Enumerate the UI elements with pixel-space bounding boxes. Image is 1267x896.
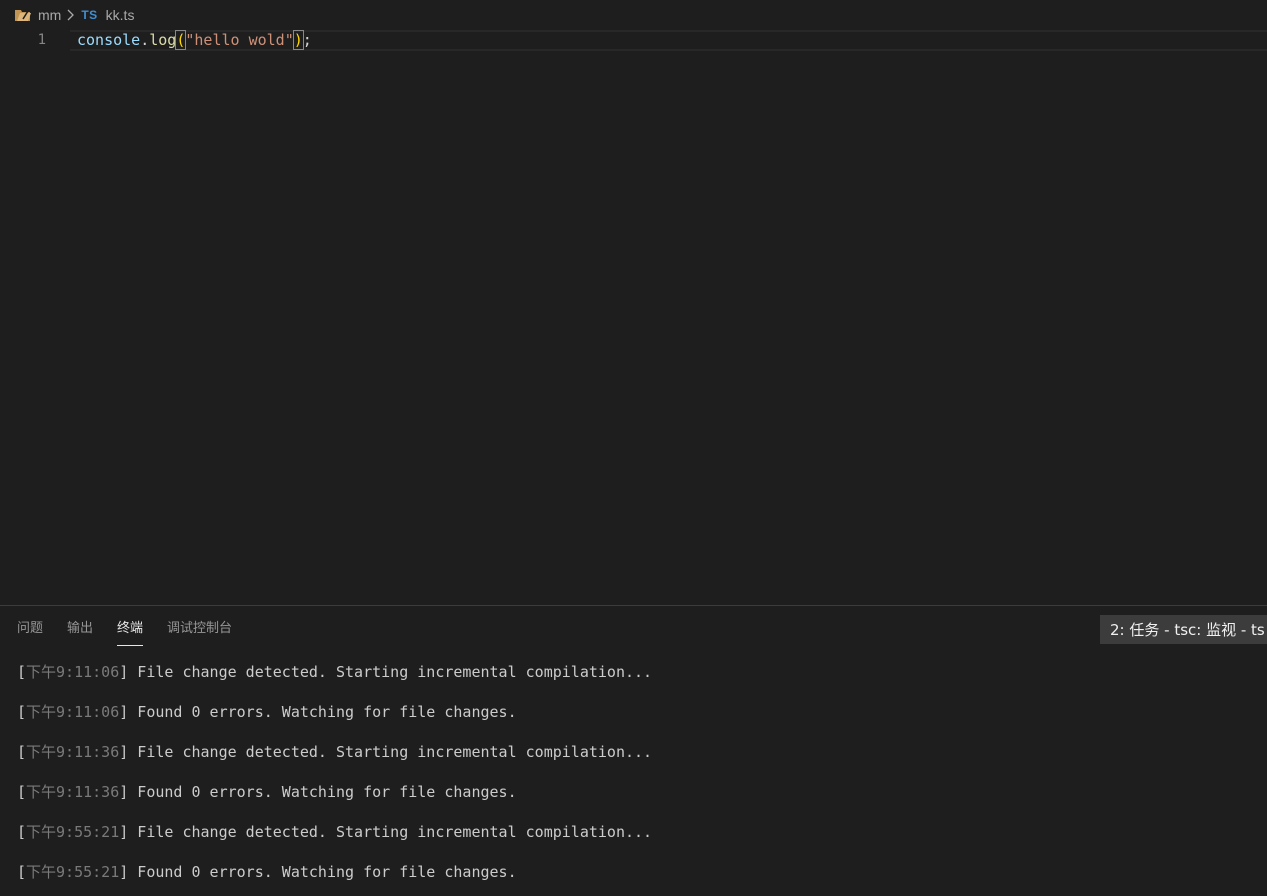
terminal-line: [下午9:11:06] File change detected. Starti… [17, 663, 653, 681]
vscode-window: mm TS kk.ts 1 console.log("hello wold");… [0, 0, 1267, 896]
token-method: log [149, 31, 177, 49]
tab-terminal[interactable]: 终端 [117, 606, 144, 646]
terminal-line: [下午9:11:06] Found 0 errors. Watching for… [17, 703, 517, 721]
log-message: File change detected. Starting increment… [128, 663, 653, 681]
tab-output[interactable]: 输出 [67, 606, 93, 646]
timestamp: 下午9:55:21 [26, 863, 120, 881]
bottom-panel: 问题 输出 终端 调试控制台 2: 任务 - tsc: 监视 - ts [下午9… [0, 605, 1267, 896]
timestamp: 下午9:11:06 [26, 663, 120, 681]
timestamp: 下午9:11:36 [26, 743, 120, 761]
folder-icon [14, 7, 32, 23]
breadcrumb-folder[interactable]: mm [38, 7, 61, 23]
panel-tabs: 问题 输出 终端 调试控制台 [0, 606, 256, 646]
log-message: Found 0 errors. Watching for file change… [128, 863, 517, 881]
timestamp: 下午9:55:21 [26, 823, 120, 841]
token-object: console [77, 31, 141, 49]
terminal-output[interactable]: [下午9:11:06] File change detected. Starti… [17, 652, 1257, 892]
token-semicolon: ; [302, 31, 312, 49]
terminal-line: [下午9:11:36] Found 0 errors. Watching for… [17, 783, 517, 801]
code-line[interactable]: console.log("hello wold"); [77, 30, 312, 51]
timestamp: 下午9:11:36 [26, 783, 120, 801]
chevron-right-icon [67, 9, 75, 21]
log-message: File change detected. Starting increment… [128, 823, 653, 841]
token-close-paren: ) [292, 30, 304, 50]
terminal-select-dropdown[interactable]: 2: 任务 - tsc: 监视 - ts [1100, 615, 1267, 644]
timestamp: 下午9:11:06 [26, 703, 120, 721]
tab-debug-console[interactable]: 调试控制台 [167, 606, 232, 646]
terminal-line: [下午9:55:21] File change detected. Starti… [17, 823, 653, 841]
terminal-line: [下午9:55:21] Found 0 errors. Watching for… [17, 863, 517, 881]
token-string: "hello wold" [185, 31, 294, 49]
terminal-line: [下午9:11:36] File change detected. Starti… [17, 743, 653, 761]
token-dot: . [140, 31, 150, 49]
log-message: Found 0 errors. Watching for file change… [128, 783, 517, 801]
line-number: 1 [37, 32, 46, 48]
breadcrumb: mm TS kk.ts [0, 0, 1267, 30]
breadcrumb-file[interactable]: kk.ts [106, 7, 135, 23]
code-editor[interactable]: 1 console.log("hello wold"); [0, 30, 1267, 605]
log-message: Found 0 errors. Watching for file change… [128, 703, 517, 721]
tab-problems[interactable]: 问题 [17, 606, 43, 646]
log-message: File change detected. Starting increment… [128, 743, 653, 761]
typescript-file-icon: TS [81, 8, 98, 22]
